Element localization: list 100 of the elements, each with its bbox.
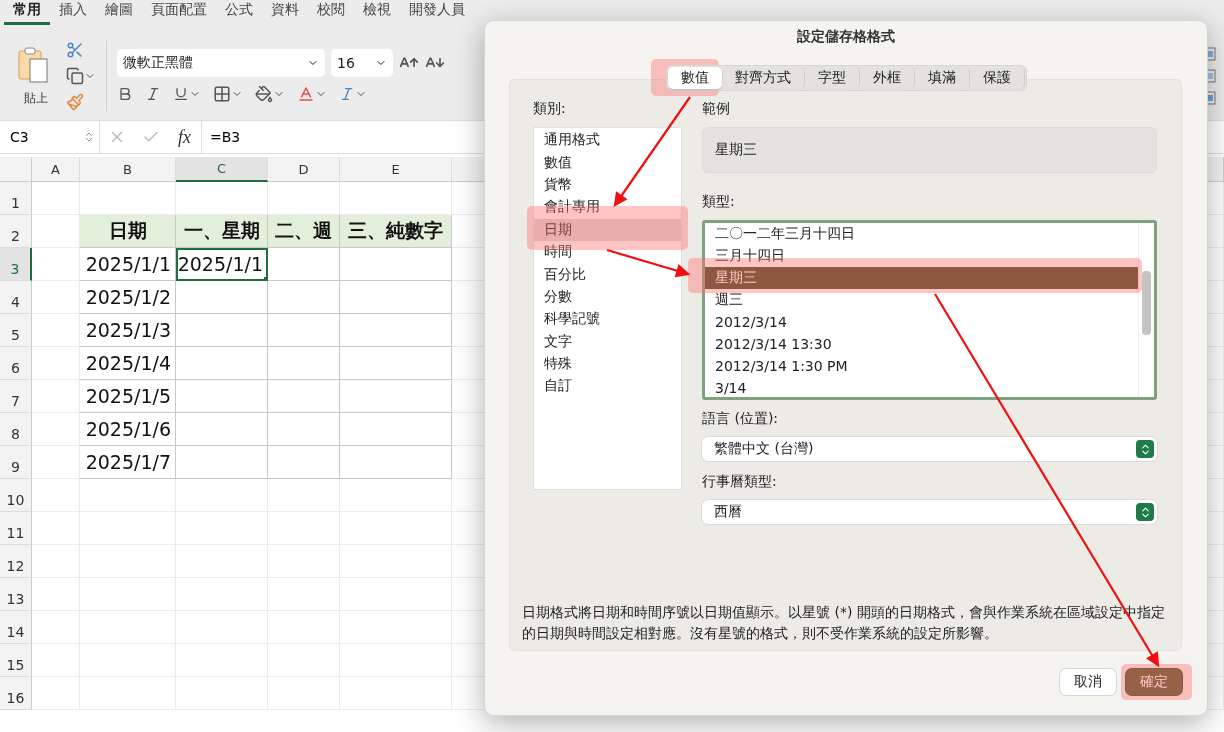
grid-cell [32, 611, 80, 644]
ok-button[interactable]: 確定 [1126, 669, 1182, 695]
ribbon-tab[interactable]: 校閱 [308, 0, 354, 25]
row-header[interactable]: 11 [0, 512, 32, 545]
ribbon-tab[interactable]: 開發人員 [400, 0, 474, 25]
header-cell: 三、純數字 [340, 215, 452, 248]
table-cell: 2025/1/4 [80, 347, 176, 380]
ribbon-tab[interactable]: 資料 [262, 0, 308, 25]
category-item[interactable]: 會計專用 [534, 196, 681, 219]
stepper-icon [1136, 440, 1154, 458]
type-item[interactable]: 星期三 [705, 267, 1138, 289]
category-item[interactable]: 科學記號 [534, 308, 681, 331]
name-box[interactable]: C3 [0, 121, 100, 153]
sample-preview: 星期三 [702, 127, 1157, 173]
ribbon-tab[interactable]: 插入 [50, 0, 96, 25]
font-size-field[interactable]: 16 [331, 49, 393, 77]
type-item[interactable]: 2012/3/14 [705, 311, 1138, 333]
row-header[interactable]: 5 [0, 314, 32, 347]
type-item[interactable]: 三月十四日 [705, 245, 1138, 267]
category-label: 類別: [533, 100, 567, 118]
table-cell [268, 248, 340, 281]
font-color-icon[interactable] [297, 85, 327, 103]
row-header[interactable]: 6 [0, 347, 32, 380]
row-header[interactable]: 15 [0, 644, 32, 677]
paste-button[interactable]: 貼上 [16, 45, 56, 107]
bold-icon[interactable] [117, 86, 133, 102]
column-header[interactable]: B [80, 157, 176, 182]
row-header[interactable]: 16 [0, 677, 32, 710]
font-name-field[interactable]: 微軟正黑體 [117, 49, 325, 77]
row-header[interactable]: 4 [0, 281, 32, 314]
row-header[interactable]: 1 [0, 182, 32, 215]
row-header[interactable]: 7 [0, 380, 32, 413]
table-cell [268, 380, 340, 413]
table-cell: 2025/1/2 [80, 281, 176, 314]
dialog-tab[interactable]: 填滿 [914, 67, 970, 89]
category-item[interactable]: 分數 [534, 285, 681, 309]
table-cell [268, 314, 340, 347]
scrollbar-thumb[interactable] [1142, 271, 1151, 335]
ribbon-tab[interactable]: 常用 [4, 0, 50, 25]
grid-cell [268, 479, 340, 512]
type-item[interactable]: 2012/3/14 13:30 [705, 333, 1138, 355]
grid-cell [32, 182, 80, 215]
highlight-overlay [651, 59, 719, 96]
dialog-tab[interactable]: 對齊方式 [721, 67, 805, 89]
calendar-label: 行事曆類型: [702, 473, 778, 491]
grid-cell [32, 545, 80, 578]
row-header[interactable]: 10 [0, 479, 32, 512]
column-header[interactable]: A [32, 157, 80, 182]
underline-icon[interactable] [173, 86, 201, 102]
category-item[interactable]: 百分比 [534, 263, 681, 286]
dialog-tab[interactable]: 數值 [667, 67, 722, 89]
ribbon-tab[interactable]: 檢視 [354, 0, 400, 25]
type-item[interactable]: 二〇一二年三月十四日 [705, 223, 1138, 245]
category-item[interactable]: 自訂 [534, 375, 681, 398]
function-button[interactable]: fx [168, 126, 201, 148]
table-cell: 2025/1/3 [80, 314, 176, 347]
dialog-tab[interactable]: 保護 [969, 67, 1025, 89]
category-item[interactable]: 特殊 [534, 352, 681, 376]
grid-cell [32, 479, 80, 512]
header-cell: 一、星期 [176, 215, 268, 248]
row-header[interactable]: 9 [0, 446, 32, 479]
ribbon-tab[interactable]: 頁面配置 [142, 0, 216, 25]
table-cell: 2025/1/5 [80, 380, 176, 413]
category-item[interactable]: 通用格式 [534, 129, 681, 152]
table-cell [268, 446, 340, 479]
category-item[interactable]: 貨幣 [534, 173, 681, 197]
ribbon-tab[interactable]: 公式 [216, 0, 262, 25]
table-cell: 2025/1/6 [80, 413, 176, 446]
type-item[interactable]: 3/14 [705, 377, 1138, 397]
language-select[interactable]: 繁體中文 (台灣) [702, 437, 1157, 461]
type-label: 類型: [702, 193, 736, 211]
highlight-overlay [1121, 664, 1192, 700]
grid-cell [32, 578, 80, 611]
category-item[interactable]: 文字 [534, 330, 681, 353]
column-header[interactable]: E [340, 157, 452, 182]
table-cell: 2025/1/1 [176, 248, 268, 281]
italic-icon[interactable] [145, 86, 161, 102]
column-header[interactable]: D [268, 157, 340, 182]
row-header[interactable]: 2 [0, 215, 32, 248]
type-item[interactable]: 週三 [705, 289, 1138, 311]
row-header[interactable]: 13 [0, 578, 32, 611]
fill-color-icon[interactable] [255, 85, 285, 103]
dialog-tab[interactable]: 字型 [804, 67, 860, 89]
dialog-tab[interactable]: 外框 [859, 67, 915, 89]
copy-icon[interactable] [66, 67, 96, 85]
row-header[interactable]: 3 [0, 248, 32, 281]
cancel-button[interactable]: 取消 [1060, 669, 1116, 695]
borders-icon[interactable] [213, 85, 243, 103]
row-header[interactable]: 14 [0, 611, 32, 644]
row-header[interactable]: 12 [0, 545, 32, 578]
type-item[interactable]: 2012/3/14 1:30 PM [705, 355, 1138, 377]
language-label: 語言 (位置): [702, 410, 780, 428]
column-header[interactable]: C [176, 157, 268, 182]
category-item[interactable]: 數值 [534, 151, 681, 174]
header-cell: 二、週 [268, 215, 340, 248]
row-header[interactable]: 8 [0, 413, 32, 446]
category-item[interactable]: 時間 [534, 240, 681, 264]
category-item[interactable]: 日期 [534, 218, 681, 241]
ribbon-tab[interactable]: 繪圖 [96, 0, 142, 25]
calendar-select[interactable]: 西曆 [702, 500, 1157, 524]
